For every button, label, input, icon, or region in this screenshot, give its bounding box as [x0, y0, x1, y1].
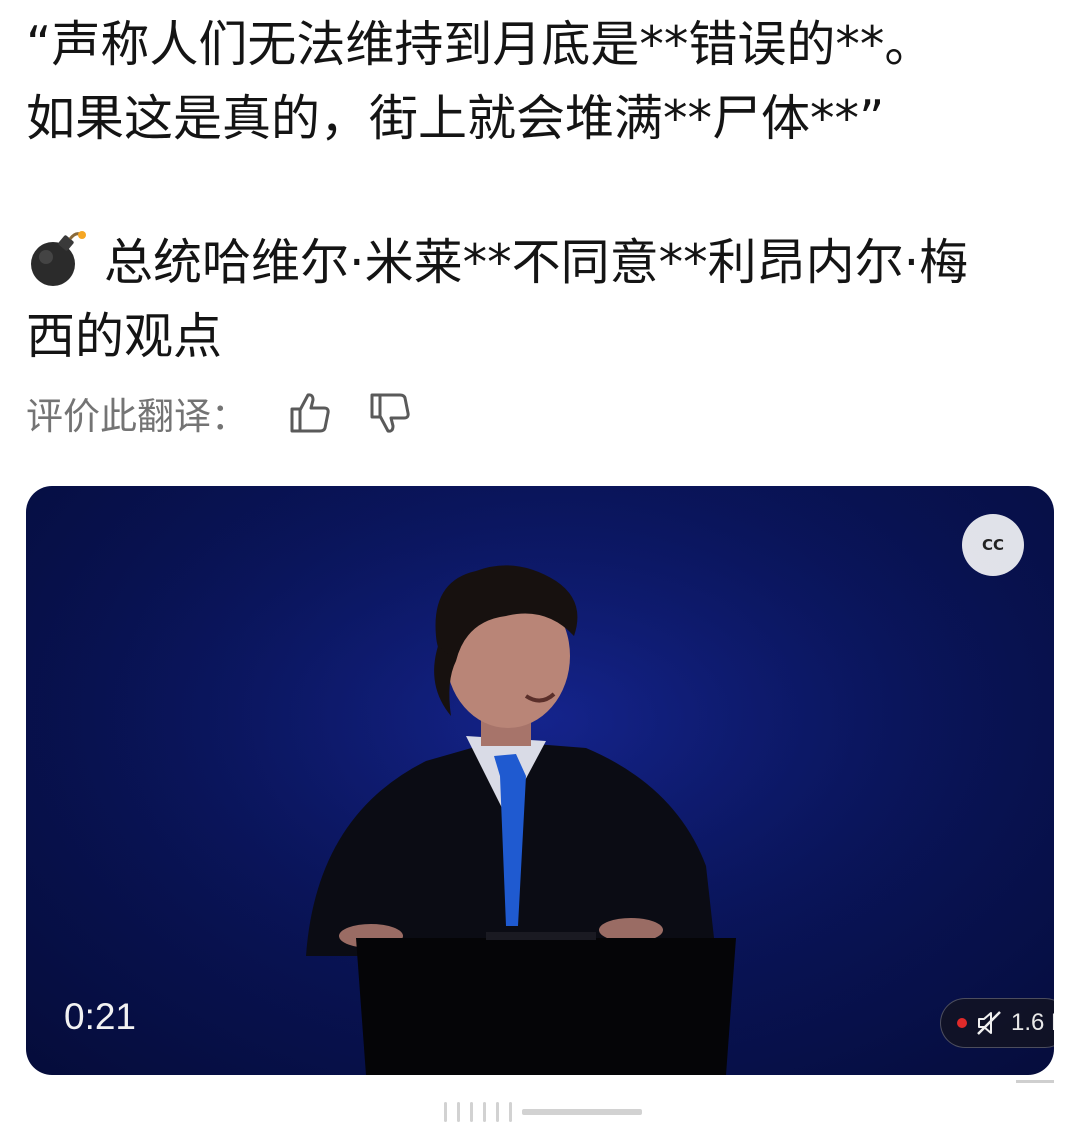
post-line-1: “声称人们无法维持到月底是**错误的**。 — [26, 16, 934, 73]
view-count: 1.6 K — [1011, 1009, 1054, 1036]
video-player[interactable]: CC 0:21 1.6 K — [26, 486, 1054, 1075]
post-text: “声称人们无法维持到月底是**错误的**。 如果这是真的，街上就会堆满**尸体*… — [26, 8, 1056, 374]
post-line-3: 总统哈维尔·米莱**不同意**利昂内尔·梅 — [26, 226, 1056, 300]
view-count-pill[interactable]: 1.6 K — [940, 998, 1054, 1048]
muted-speaker-icon[interactable] — [975, 1009, 1003, 1037]
page-indicator — [444, 1102, 642, 1122]
video-timestamp: 0:21 — [64, 996, 137, 1037]
rate-translation: 评价此翻译： — [26, 385, 446, 441]
post-line-2: 如果这是真的，街上就会堆满**尸体**” — [26, 90, 885, 147]
captions-button[interactable]: CC — [962, 514, 1024, 576]
thumbs-down-icon[interactable] — [366, 389, 414, 437]
bomb-icon — [31, 231, 86, 286]
video-frame — [26, 486, 1054, 1075]
post-line-4: 西的观点 — [26, 308, 223, 365]
live-dot — [957, 1018, 967, 1028]
divider — [1016, 1080, 1054, 1083]
thumbs-up-icon[interactable] — [286, 389, 334, 437]
rate-translation-label: 评价此翻译： — [26, 395, 248, 438]
captions-label: CC — [981, 536, 1005, 554]
post-line-3-text: 总统哈维尔·米莱**不同意**利昂内尔·梅 — [104, 234, 969, 291]
